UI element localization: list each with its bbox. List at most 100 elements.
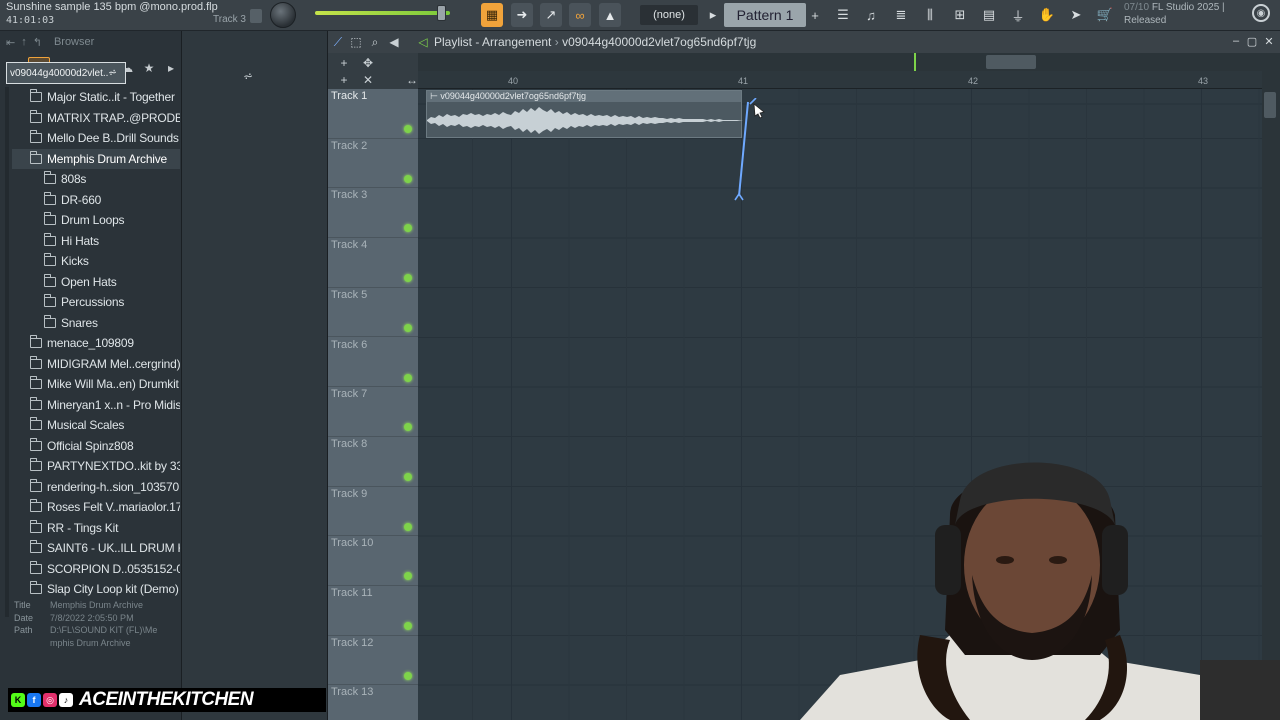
playlist-play-arrow[interactable]: ◁ <box>415 34 431 50</box>
browser-folder-item[interactable]: Official Spinz808 <box>12 436 180 457</box>
move-icon-button[interactable]: ✥ <box>360 55 376 71</box>
typing-keyboard-button[interactable]: ▦ <box>481 3 503 27</box>
track-mute-led[interactable] <box>404 572 412 581</box>
browser-folder-item[interactable]: Roses Felt V..mariaolor.17 <box>12 497 180 518</box>
overview-scroll-thumb[interactable] <box>986 55 1036 69</box>
playlist-overview-bar[interactable] <box>418 53 1280 71</box>
track-mute-led[interactable] <box>404 423 412 432</box>
browser-folder-item[interactable]: MATRIX TRAP..@PRODBYLJS <box>12 108 180 129</box>
back-icon[interactable]: ↰ <box>33 36 42 49</box>
browser-folder-item[interactable]: 808s <box>12 169 180 190</box>
picker-tool-icon[interactable]: ⩫ <box>240 68 256 84</box>
master-pitch-knob[interactable] <box>270 2 296 28</box>
browser-folder-item[interactable]: Musical Scales <box>12 415 180 436</box>
track-mute-led[interactable] <box>404 472 412 481</box>
zoom-tool-button[interactable]: ⌕ <box>367 34 383 50</box>
snap-selector[interactable]: (none) <box>640 5 698 25</box>
plugin-database-button[interactable]: ⏚ <box>1007 3 1029 27</box>
track-mute-led[interactable] <box>404 125 412 133</box>
track-header[interactable]: Track 4 <box>328 238 418 288</box>
track-header[interactable]: Track 9 <box>328 487 418 537</box>
track-header[interactable]: Track 5 <box>328 288 418 338</box>
browser-folder-item[interactable]: Memphis Drum Archive <box>12 148 180 169</box>
master-volume-slider[interactable] <box>315 11 450 15</box>
browser-folder-item[interactable]: DR-660 <box>12 190 180 211</box>
step-edit-button[interactable]: ➜ <box>511 3 533 27</box>
track-mute-led[interactable] <box>404 522 412 531</box>
arrow-up-icon[interactable]: ↑ <box>21 36 27 48</box>
time-ruler[interactable]: 40 41 42 43 <box>418 71 1262 89</box>
track-mute-led[interactable] <box>404 671 412 680</box>
browser-next-button[interactable]: ▸ <box>160 57 182 79</box>
add-pattern-button[interactable]: + <box>808 5 822 25</box>
master-volume-handle[interactable] <box>437 5 446 21</box>
browser-folder-item[interactable]: Open Hats <box>12 272 180 293</box>
browser-scrollbar[interactable] <box>5 87 9 617</box>
track-mute-led[interactable] <box>404 274 412 283</box>
piano-roll-button[interactable]: ♫ <box>860 3 882 27</box>
project-picker-button[interactable]: ▤ <box>978 3 1000 27</box>
metronome-button[interactable]: ▲ <box>599 3 621 27</box>
track-header[interactable]: Track 2 <box>328 139 418 189</box>
browser-folder-item[interactable]: MIDIGRAM Mel..cergrind) <box>12 354 180 375</box>
send-button[interactable]: ➤ <box>1065 3 1087 27</box>
track-header[interactable]: Track 6 <box>328 338 418 388</box>
maximize-button[interactable]: ▢ <box>1245 34 1259 48</box>
browser-folder-item[interactable]: Percussions <box>12 292 180 313</box>
close-button[interactable]: ✕ <box>1262 34 1276 48</box>
add-marker-button[interactable]: + <box>336 72 352 88</box>
clear-button[interactable]: ✕ <box>360 72 376 88</box>
browser-folder-item[interactable]: RR - Tings Kit <box>12 518 180 539</box>
browser-folder-item[interactable]: Mello Dee B..Drill Sounds <box>12 128 180 149</box>
track-mute-led[interactable] <box>404 224 412 233</box>
browser-folder-item[interactable]: Major Static..it - Together <box>12 87 180 108</box>
track-header[interactable]: Track 8 <box>328 437 418 487</box>
browser-folder-item[interactable]: PARTYNEXTDO..kit by 33tek <box>12 456 180 477</box>
browser-folder-item[interactable]: menace_109809 <box>12 333 180 354</box>
audio-clip-header[interactable]: ⊢ v09044g40000d2vlet7og65nd6pf7tjg <box>427 91 741 102</box>
track-mute-led[interactable] <box>404 622 412 630</box>
audio-clip[interactable]: ⊢ v09044g40000d2vlet7og65nd6pf7tjg <box>426 90 743 138</box>
browser-folder-item[interactable]: Hi Hats <box>12 231 180 252</box>
select-tool-button[interactable]: ⬚ <box>348 34 364 50</box>
track-header[interactable]: Track 13 <box>328 685 418 720</box>
playback-tool-button[interactable]: ◀ <box>386 34 402 50</box>
touch-controller-button[interactable]: ✋ <box>1036 3 1058 27</box>
slice-tool-button[interactable]: ⟋ <box>330 34 346 50</box>
browser-folder-item[interactable]: Mike Will Ma..en) Drumkit <box>12 374 180 395</box>
track-mute-led[interactable] <box>404 174 412 183</box>
track-mute-led[interactable] <box>404 373 412 382</box>
track-header[interactable]: Track 3 <box>328 188 418 239</box>
track-mute-led[interactable] <box>404 323 412 332</box>
browser-folder-item[interactable]: Kicks <box>12 251 180 272</box>
minimize-button[interactable]: – <box>1229 34 1243 48</box>
fade-automation-line[interactable] <box>734 98 770 204</box>
track-header[interactable]: Track 12 <box>328 636 418 686</box>
browser-folder-item[interactable]: Mineryan1 x..n - Pro Midis <box>12 395 180 416</box>
pattern-selector[interactable]: Pattern 1 <box>724 3 806 27</box>
mixer-button[interactable]: ⫼ <box>919 3 941 27</box>
globe-icon[interactable]: ◉ <box>1252 4 1270 22</box>
add-track-button[interactable]: + <box>336 55 352 71</box>
track-header[interactable]: Track 11 <box>328 586 418 636</box>
browser-folder-item[interactable]: Snares <box>12 313 180 334</box>
pattern-prev-button[interactable]: ▸ <box>706 3 720 27</box>
browser-folder-item[interactable]: SAINT6 - UK..ILL DRUM KIT <box>12 538 180 559</box>
track-header[interactable]: Track 1 <box>328 89 418 139</box>
arrow-left-icon[interactable]: ⇤ <box>6 36 15 49</box>
vertical-scroll-thumb[interactable] <box>1264 92 1276 118</box>
browser-folder-item[interactable]: Slap City Loop kit (Demo) <box>12 579 180 600</box>
track-header[interactable]: Track 10 <box>328 536 418 586</box>
slide-button[interactable]: ↗ <box>540 3 562 27</box>
browser-folder-item[interactable]: Drum Loops <box>12 210 180 231</box>
track-header[interactable]: Track 7 <box>328 387 418 437</box>
browser-folder-item[interactable]: SCORPION D..0535152-001 <box>12 559 180 580</box>
multilink-button[interactable]: ∞ <box>569 3 591 27</box>
mixer-toggle[interactable] <box>250 9 262 23</box>
channel-rack-button[interactable]: ≣ <box>890 3 912 27</box>
browser-favorites-button[interactable]: ★ <box>138 57 160 79</box>
browser-button[interactable]: ⊞ <box>949 3 971 27</box>
browser-folder-item[interactable]: rendering-h..sion_103570 <box>12 477 180 498</box>
playlist-window-button[interactable]: ☰ <box>832 3 854 27</box>
news-panel[interactable]: 07/10 FL Studio 2025 | Released <box>1124 0 1254 30</box>
